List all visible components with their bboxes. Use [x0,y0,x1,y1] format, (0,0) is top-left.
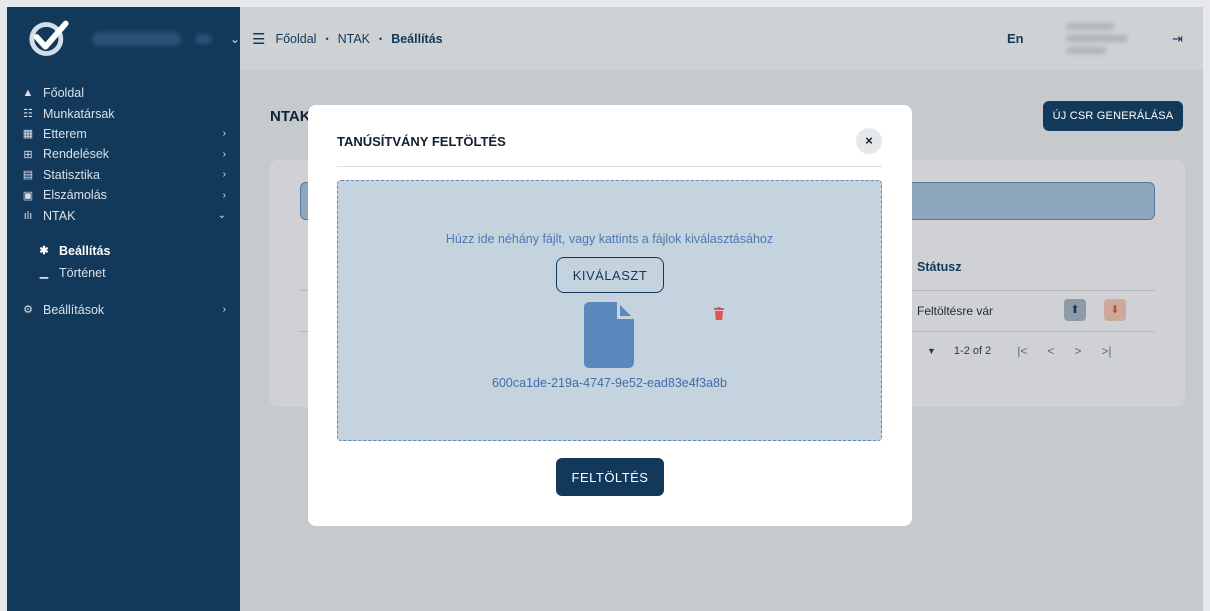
breadcrumb-item[interactable]: Főoldal [275,32,316,46]
divider [337,166,882,167]
chevron-right-icon: › [222,169,226,181]
status-column-header: Státusz [917,260,962,274]
dropzone-instructions: Húzz ide néhány fájlt, vagy kattints a f… [445,232,774,246]
sidebar-item-történet[interactable]: ▁ Történet [7,262,240,284]
sidebar-item-label: Főoldal [43,86,84,101]
download-action-icon[interactable]: ⬇ [1104,299,1126,321]
history-chart-icon: ▁ [39,267,49,280]
new-csr-button[interactable]: ÚJ CSR GENERÁLÁSA [1043,101,1183,131]
chevron-right-icon: › [222,128,226,140]
receipt-icon: ▣ [22,189,34,202]
restaurant-icon: ▦ [22,128,34,141]
gear-icon: ✱ [39,245,49,258]
cart-icon: ⊞ [23,148,33,161]
chart-icon: ▤ [22,169,34,182]
users-icon: ☷ [23,108,33,121]
breadcrumb-item[interactable]: NTAK [338,32,370,46]
sidebar-item-elszámolás[interactable]: ▣ Elszámolás › [7,185,240,205]
uploaded-file-name: 600ca1de-219a-4747-9e52-ead83e4f3a8b [492,376,727,390]
page-title: NTAK [270,108,311,125]
last-page-button[interactable]: >| [1101,344,1111,358]
sidebar-item-statisztika[interactable]: ▤ Statisztika › [7,165,240,185]
chevron-right-icon: › [222,189,226,201]
prev-page-button[interactable]: < [1047,344,1054,358]
close-button[interactable]: × [856,128,882,154]
sidebar-item-label: Elszámolás [43,188,107,203]
sidebar-item-beállítás[interactable]: ✱ Beállítás [7,240,240,262]
home-icon: ▲ [22,87,34,100]
chevron-down-icon[interactable]: ⌄ [230,32,240,46]
breadcrumb-item: Beállítás [391,31,443,46]
next-page-button[interactable]: > [1074,344,1081,358]
sidebar-item-etterem[interactable]: ▦ Etterem › [7,124,240,144]
sidebar-item-label: Statisztika [43,167,100,182]
logo-icon [29,20,69,56]
top-bar: ☰ Főoldal • NTAK • Beállítás En ⇥ [240,7,1203,70]
user-info-blurred [1066,23,1130,54]
upload-action-icon[interactable]: ⬆ [1064,299,1086,321]
ntak-submenu: ✱ Beállítás ▁ Történet [7,226,240,300]
chevron-down-icon: ⌄ [217,210,226,222]
upload-button[interactable]: FELTÖLTÉS [556,458,664,496]
sidebar-item-rendelések[interactable]: ⊞ Rendelések › [7,144,240,164]
language-switch[interactable]: En [1007,31,1024,46]
pagination-range: 1-2 of 2 [953,345,992,357]
file-dropzone[interactable]: Húzz ide néhány fájlt, vagy kattints a f… [337,180,882,441]
breadcrumb-separator: • [379,33,383,44]
sidebar-header: ⌄ [7,7,240,70]
select-file-button[interactable]: KIVÁLASZT [556,257,664,293]
sidebar-item-label: Etterem [43,126,87,141]
chevron-right-icon: › [222,148,226,160]
delete-file-icon[interactable] [714,307,724,320]
sidebar-item-label: NTAK [43,208,76,223]
chevron-right-icon: › [222,304,226,316]
modal-title: TANÚSÍTVÁNY FELTÖLTÉS [337,134,506,149]
sidebar-item-label: Rendelések [43,147,110,162]
breadcrumb-separator: • [325,33,329,44]
rows-per-page-caret-icon[interactable]: ▼ [927,346,936,356]
sidebar-menu: ▲ Főoldal ☷ Munkatársak ▦ Etterem › ⊞ Rendelések… [7,70,240,320]
restaurant-badge-blurred [194,33,212,44]
sidebar-item-ntak[interactable]: ılı NTAK ⌄ [7,205,240,225]
cogs-icon: ⚙ [23,304,33,317]
signal-icon: ılı [23,209,33,222]
first-page-button[interactable]: |< [1017,344,1027,358]
sidebar-item-label: Beállítások [43,302,105,317]
sidebar-item-label: Beállítás [59,243,111,258]
sidebar-item-főoldal[interactable]: ▲ Főoldal [7,83,240,103]
restaurant-name-blurred [91,31,181,46]
upload-certificate-modal: TANÚSÍTVÁNY FELTÖLTÉS × Húzz ide néhány … [308,105,912,526]
logout-icon[interactable]: ⇥ [1172,31,1183,47]
menu-toggle-icon[interactable]: ☰ [252,30,265,48]
status-value: Feltöltésre vár [917,304,994,318]
pagination: ▼ 1-2 of 2 |< < > >| [927,344,1132,358]
sidebar-item-munkatársak[interactable]: ☷ Munkatársak [7,103,240,123]
sidebar: ⌄ ▲ Főoldal ☷ Munkatársak ▦ Etterem › ⊞ Rendelés… [7,7,240,611]
sidebar-item-beállítások[interactable]: ⚙ Beállítások › [7,300,240,320]
file-icon [584,302,634,368]
breadcrumb: Főoldal • NTAK • Beállítás [275,32,442,46]
sidebar-item-label: Történet [59,265,106,280]
sidebar-item-label: Munkatársak [43,106,115,121]
